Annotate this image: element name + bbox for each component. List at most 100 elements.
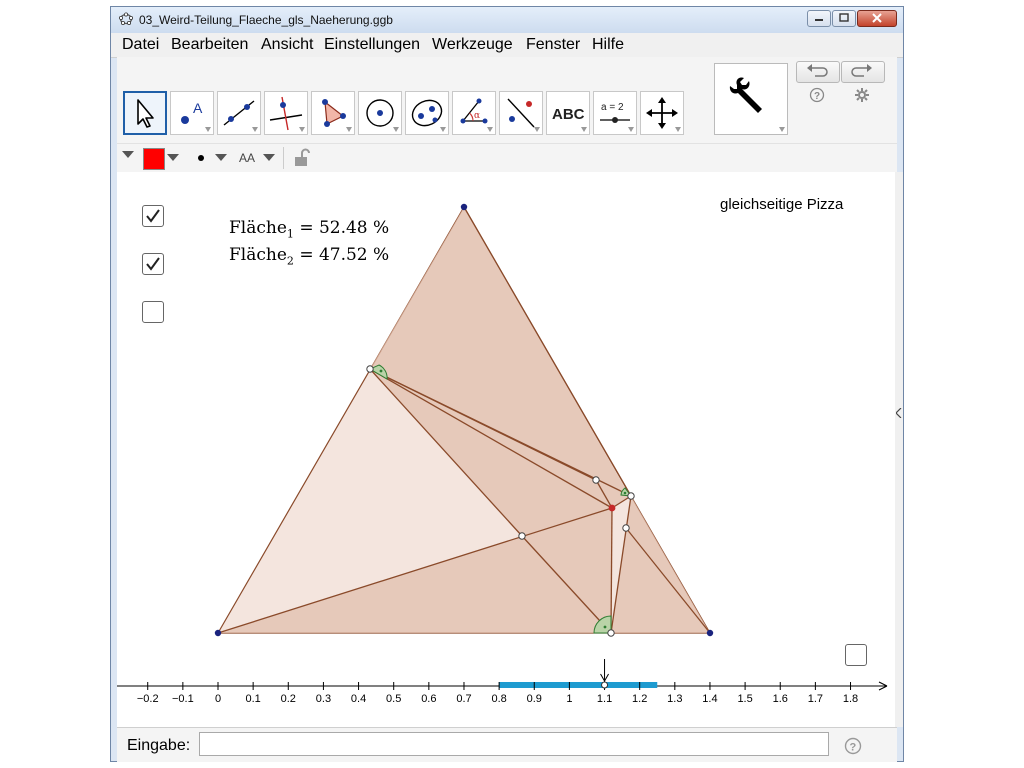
- tool-circle[interactable]: [358, 91, 402, 135]
- slider-point[interactable]: [601, 681, 609, 689]
- color-swatch[interactable]: [143, 148, 165, 170]
- menu-bar: Datei Bearbeiten Ansicht Einstellungen W…: [111, 33, 903, 58]
- checkbox-1[interactable]: [142, 205, 164, 227]
- menu-ansicht[interactable]: Ansicht: [261, 36, 313, 54]
- chevron-down-icon[interactable]: [263, 154, 275, 162]
- axis-tick-label: −0.1: [172, 693, 194, 705]
- toggle-stylebar-icon[interactable]: [121, 150, 135, 160]
- redo-icon: [851, 64, 872, 77]
- tool-menu-triangle: [779, 127, 785, 132]
- tool-point[interactable]: A: [170, 91, 214, 135]
- redo-button[interactable]: [841, 61, 885, 83]
- tool-menu-triangle: [487, 127, 493, 132]
- svg-text:?: ?: [814, 91, 820, 102]
- area-1-label: Fläche: [229, 218, 287, 238]
- axis-tick-label: 1: [566, 693, 572, 705]
- foot-point: [622, 524, 630, 532]
- tool-menu-triangle: [299, 127, 305, 132]
- graphics-view[interactable]: −0.2 −0.1 0 0.1 0.2 0.3 0.4 0.5 0.6 0.7 0.8 0.9 1 1.1…: [117, 172, 896, 727]
- menu-bearbeiten[interactable]: Bearbeiten: [171, 36, 248, 54]
- tool-menu-triangle: [675, 127, 681, 132]
- chevron-down-icon[interactable]: [215, 154, 227, 162]
- maximize-icon: [839, 13, 849, 22]
- tool-menu-triangle: [440, 127, 446, 132]
- foot-point: [607, 629, 615, 637]
- input-label: Eingabe:: [127, 737, 191, 754]
- point-tool-glyph: A: [193, 100, 203, 116]
- tool-menu-triangle: [252, 127, 258, 132]
- tool-slider[interactable]: a = 2: [593, 91, 637, 135]
- close-button[interactable]: [857, 10, 897, 27]
- minimize-button[interactable]: [807, 10, 831, 27]
- text-tool-glyph: ABC: [552, 106, 585, 123]
- axis-tick-label: 0: [215, 693, 221, 705]
- checkmark-icon: [146, 209, 160, 223]
- tool-ellipse[interactable]: [405, 91, 449, 135]
- area-2-label: Fläche: [229, 245, 287, 265]
- x-axis: −0.2 −0.1 0 0.1 0.2 0.3 0.4 0.5 0.6 0.7 0.8 0.9 1 1.1…: [117, 659, 888, 705]
- settings-button[interactable]: [714, 63, 788, 135]
- foot-point: [627, 492, 635, 500]
- tool-text[interactable]: ABC: [546, 91, 590, 135]
- maximize-button[interactable]: [832, 10, 856, 27]
- right-angle-dot: [603, 625, 607, 629]
- slider-knob[interactable]: [600, 659, 609, 689]
- foot-point: [518, 532, 526, 540]
- axis-tick-label: 1.3: [667, 693, 682, 705]
- tool-move-view[interactable]: [640, 91, 684, 135]
- axis-tick-label: 0.8: [491, 693, 506, 705]
- svg-text:?: ?: [850, 742, 857, 754]
- side-panel-toggle[interactable]: [895, 172, 903, 727]
- pizza-center-point[interactable]: [608, 504, 616, 512]
- checkbox-2[interactable]: [142, 253, 164, 275]
- menu-hilfe[interactable]: Hilfe: [592, 36, 624, 54]
- checkmark-icon: [146, 257, 160, 271]
- help-icon[interactable]: ?: [844, 737, 862, 755]
- help-icon[interactable]: ?: [809, 87, 825, 103]
- right-angle-dot: [379, 369, 383, 373]
- unlock-icon[interactable]: [293, 148, 311, 168]
- menu-werkzeuge[interactable]: Werkzeuge: [432, 36, 513, 54]
- text-size-label[interactable]: AA: [239, 151, 255, 165]
- tool-line[interactable]: [217, 91, 261, 135]
- axis-tick-label: 0.4: [351, 693, 366, 705]
- axis-tick-label: 0.7: [456, 693, 471, 705]
- undo-button[interactable]: [796, 61, 840, 83]
- menu-fenster[interactable]: Fenster: [526, 36, 580, 54]
- move-arrow-icon: [137, 99, 154, 128]
- axis-tick-label: 1.7: [808, 693, 823, 705]
- vertex-point[interactable]: [214, 629, 222, 637]
- menu-einstellungen[interactable]: Einstellungen: [324, 36, 420, 54]
- minimize-icon: [815, 19, 823, 21]
- tool-reflect[interactable]: [499, 91, 543, 135]
- command-input[interactable]: [199, 732, 829, 756]
- title-bar: 03_Weird-Teilung_Flaeche_gls_Naeherung.g…: [111, 7, 903, 33]
- foot-point: [366, 365, 374, 373]
- close-icon: [872, 13, 882, 23]
- tool-angle[interactable]: α: [452, 91, 496, 135]
- stylebar-divider: [283, 147, 284, 169]
- vertex-point[interactable]: [706, 629, 714, 637]
- toolbar: A α ABC a = 2 ?: [117, 57, 897, 143]
- chevron-down-icon[interactable]: [167, 154, 179, 162]
- area-1-text: Fläche1 = 52.48 %: [229, 218, 389, 240]
- pizza-title: gleichseitige Pizza: [720, 196, 844, 213]
- tool-polygon[interactable]: [311, 91, 355, 135]
- tool-menu-triangle: [393, 127, 399, 132]
- undo-icon: [807, 64, 828, 77]
- chevron-left-icon[interactable]: [896, 408, 902, 418]
- vertex-point[interactable]: [460, 203, 468, 211]
- checkbox-4[interactable]: [845, 644, 867, 666]
- tool-move[interactable]: [123, 91, 167, 135]
- right-angle-dot: [623, 491, 627, 495]
- tool-menu-triangle: [346, 127, 352, 132]
- axis-tick-label: 1.1: [597, 693, 612, 705]
- area-2-subscript: 2: [286, 254, 294, 268]
- angle-tool-glyph: α: [474, 111, 480, 121]
- checkbox-3[interactable]: [142, 301, 164, 323]
- gear-icon[interactable]: [854, 87, 870, 103]
- point-style-icon[interactable]: [195, 152, 207, 164]
- tool-perpendicular[interactable]: [264, 91, 308, 135]
- input-bar: Eingabe: ?: [117, 727, 897, 762]
- menu-datei[interactable]: Datei: [122, 36, 159, 54]
